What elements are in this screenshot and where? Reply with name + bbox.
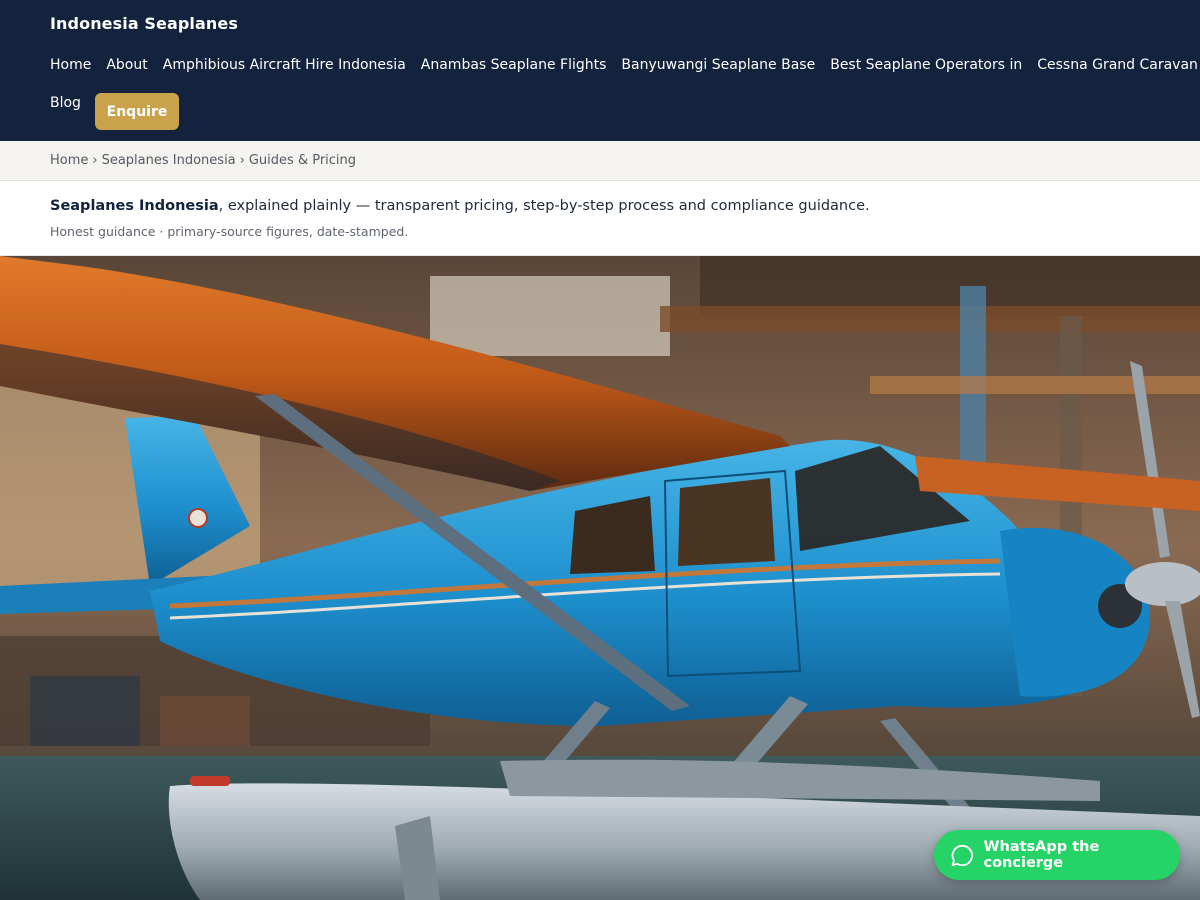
breadcrumb-current: Guides & Pricing	[248, 153, 357, 168]
seaplane-illustration	[0, 256, 1200, 900]
nav-anambas-flights[interactable]: Anambas Seaplane Flights	[421, 57, 607, 73]
intro-subtext: Honest guidance · primary-source figures…	[50, 224, 409, 239]
breadcrumb: Home › Seaplanes Indonesia › Guides & Pr…	[0, 141, 1200, 181]
nav-about[interactable]: About	[106, 57, 147, 73]
site-brand[interactable]: Indonesia Seaplanes	[50, 14, 238, 33]
nav-banyuwangi-base[interactable]: Banyuwangi Seaplane Base	[621, 57, 815, 73]
breadcrumb-separator: ›	[239, 153, 245, 168]
enquire-button[interactable]: Enquire	[95, 93, 179, 130]
nav-home[interactable]: Home	[50, 57, 91, 73]
intro-text: Seaplanes Indonesia, explained plainly —…	[50, 198, 870, 214]
nav-amphibious-hire[interactable]: Amphibious Aircraft Hire Indonesia	[163, 57, 406, 73]
chat-bubble-icon	[951, 844, 973, 866]
whatsapp-label: WhatsApp the concierge	[983, 839, 1100, 871]
breadcrumb-seaplanes-indonesia[interactable]: Seaplanes Indonesia	[102, 153, 236, 168]
intro-strong: Seaplanes Indonesia	[50, 198, 219, 214]
breadcrumb-separator: ›	[92, 153, 98, 168]
intro-rest: , explained plainly — transparent pricin…	[218, 198, 870, 214]
hero-image	[0, 256, 1200, 900]
nav-cessna-caravan[interactable]: Cessna Grand Caravan EX	[1037, 57, 1200, 73]
breadcrumb-home[interactable]: Home	[50, 153, 88, 168]
intro-banner: Seaplanes Indonesia, explained plainly —…	[0, 181, 1200, 256]
nav-blog[interactable]: Blog	[50, 95, 81, 111]
site-header: Indonesia Seaplanes Home About Amphibiou…	[0, 0, 1200, 141]
main-nav: Home About Amphibious Aircraft Hire Indo…	[50, 57, 1200, 73]
nav-best-operators[interactable]: Best Seaplane Operators in	[830, 57, 1022, 73]
whatsapp-button[interactable]: WhatsApp the concierge	[934, 830, 1180, 880]
